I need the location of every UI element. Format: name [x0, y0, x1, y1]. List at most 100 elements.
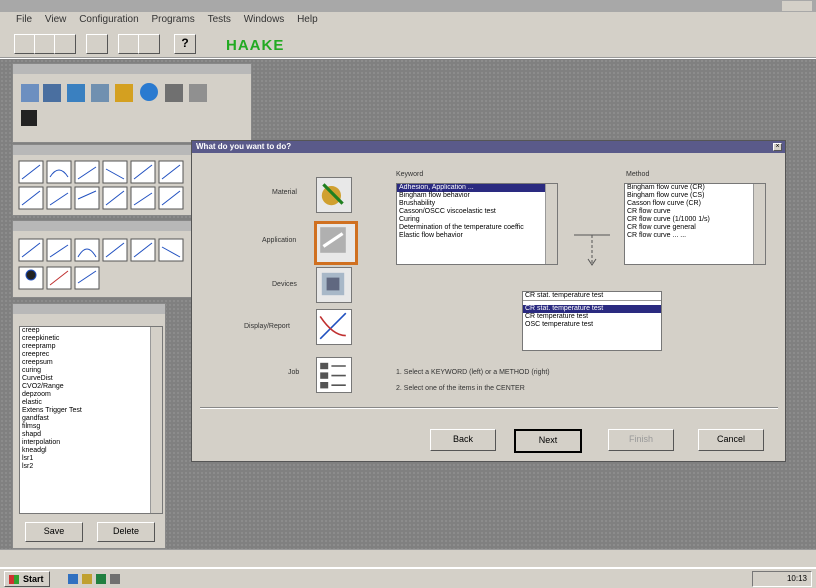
evaluation-icons[interactable] — [17, 235, 193, 295]
list-item[interactable]: elastic — [20, 399, 162, 407]
keyword-item[interactable]: Determination of the temperature coeffic — [397, 224, 557, 232]
display-report-category-button[interactable] — [316, 309, 352, 345]
panel-title — [13, 221, 193, 231]
new-file-button[interactable] — [14, 34, 36, 54]
material-category-button[interactable] — [316, 177, 352, 213]
list-item[interactable]: lsr2 — [20, 463, 162, 471]
method-item[interactable]: CR flow curve ... ... — [625, 232, 765, 240]
chart-button[interactable] — [86, 34, 108, 54]
center-list-item[interactable]: OSC temperature test — [523, 321, 661, 329]
list-item[interactable]: lsr1 — [20, 455, 162, 463]
open-file-button[interactable] — [34, 34, 56, 54]
list-item[interactable]: CVO2/Range — [20, 383, 162, 391]
panel-title — [13, 304, 165, 314]
method-item[interactable]: Casson flow curve (CR) — [625, 200, 765, 208]
method-scrollbar[interactable] — [753, 184, 765, 264]
menu-programs[interactable]: Programs — [151, 14, 194, 25]
table-button[interactable] — [138, 34, 160, 54]
wizard-dialog: What do you want to do? × Material Appli… — [191, 140, 786, 462]
file-list-scrollbar[interactable] — [150, 327, 162, 513]
instruction-step-1: 1. Select a KEYWORD (left) or a METHOD (… — [396, 369, 550, 376]
help-button[interactable]: ? — [174, 34, 196, 54]
finish-button[interactable]: Finish — [608, 429, 674, 451]
keyword-list[interactable]: Adhesion, Application ... Bingham flow b… — [396, 183, 558, 265]
checklist-icon — [320, 362, 346, 389]
open-folder-button[interactable] — [54, 34, 76, 54]
menu-view[interactable]: View — [45, 14, 67, 25]
devices-category-button[interactable] — [316, 267, 352, 303]
dialog-close-button[interactable]: × — [773, 143, 782, 151]
center-result-list[interactable]: CR stat. temperature test CR stat. tempe… — [522, 291, 662, 351]
list-button[interactable] — [118, 34, 140, 54]
list-item[interactable]: curing — [20, 367, 162, 375]
panel-title — [13, 64, 251, 74]
list-item[interactable]: creep — [20, 327, 162, 335]
list-item[interactable]: shapd — [20, 431, 162, 439]
method-item[interactable]: Bingham flow curve (CS) — [625, 192, 765, 200]
dialog-title-bar: What do you want to do? — [192, 141, 785, 153]
tool-icons[interactable] — [19, 78, 249, 138]
window-controls[interactable] — [782, 1, 812, 11]
list-item[interactable]: creeprec — [20, 351, 162, 359]
keyword-item[interactable]: Brushability — [397, 200, 557, 208]
list-item[interactable]: creepkinetic — [20, 335, 162, 343]
start-button[interactable]: Start — [4, 571, 50, 587]
save-button[interactable]: Save — [25, 522, 83, 542]
list-item[interactable]: creepramp — [20, 343, 162, 351]
delete-button[interactable]: Delete — [97, 522, 155, 542]
test-icons[interactable] — [17, 159, 193, 215]
next-button[interactable]: Next — [514, 429, 582, 453]
panel-title — [13, 145, 193, 155]
back-button[interactable]: Back — [430, 429, 496, 451]
chart-icon — [319, 312, 347, 340]
keyword-item[interactable]: Curing — [397, 216, 557, 224]
method-item[interactable]: CR flow curve (1/1000 1/s) — [625, 216, 765, 224]
cancel-button[interactable]: Cancel — [698, 429, 764, 451]
application-icon — [320, 227, 346, 253]
menu-windows[interactable]: Windows — [244, 14, 285, 25]
menu-help[interactable]: Help — [297, 14, 318, 25]
keyword-item[interactable]: Elastic flow behavior — [397, 232, 557, 240]
list-item[interactable]: kneadgl — [20, 447, 162, 455]
keyword-item[interactable]: Adhesion, Application ... — [397, 184, 557, 192]
center-list-item[interactable]: CR temperature test — [523, 313, 661, 321]
list-item[interactable]: interpolation — [20, 439, 162, 447]
keyword-method-connector — [574, 234, 610, 266]
list-item[interactable]: filmsg — [20, 423, 162, 431]
list-item[interactable]: CurveDist — [20, 375, 162, 383]
status-bar — [0, 549, 816, 567]
application-category-button[interactable] — [314, 221, 358, 265]
windows-logo-icon — [9, 575, 19, 584]
start-label: Start — [23, 574, 44, 584]
method-item[interactable]: Bingham flow curve (CR) — [625, 184, 765, 192]
method-item[interactable]: CR flow curve general — [625, 224, 765, 232]
center-list-item[interactable]: CR stat. temperature test — [523, 305, 661, 313]
list-item[interactable]: Extens Trigger Test — [20, 407, 162, 415]
method-item[interactable]: CR flow curve — [625, 208, 765, 216]
list-item[interactable]: gandfast — [20, 415, 162, 423]
keyword-item[interactable]: Casson/OSCC viscoelastic test — [397, 208, 557, 216]
menu-file[interactable]: File — [16, 14, 32, 25]
file-list[interactable]: creep creepkinetic creepramp creeprec cr… — [19, 326, 163, 514]
job-category-button[interactable] — [316, 357, 352, 393]
main-title-bar — [0, 0, 816, 12]
tool-panel-evaluation — [12, 220, 194, 298]
category-label-devices: Devices — [272, 281, 297, 288]
instruction-step-2: 2. Select one of the items in the CENTER — [396, 385, 525, 392]
list-item[interactable]: depzoom — [20, 391, 162, 399]
dialog-divider — [200, 407, 778, 409]
category-label-job: Job — [288, 369, 300, 376]
method-heading: Method — [626, 171, 650, 178]
quick-launch-icons[interactable] — [68, 573, 138, 585]
keyword-item[interactable]: Bingham flow behavior — [397, 192, 557, 200]
dialog-title: What do you want to do? — [196, 142, 292, 151]
haake-logo: HAAKE — [226, 37, 285, 54]
taskbar: Start 10:13 — [0, 568, 816, 588]
method-list[interactable]: Bingham flow curve (CR) Bingham flow cur… — [624, 183, 766, 265]
list-item[interactable]: creepsum — [20, 359, 162, 367]
menu-tests[interactable]: Tests — [208, 14, 231, 25]
category-label-display-report: Display/Report — [244, 323, 290, 330]
menu-configuration[interactable]: Configuration — [79, 14, 138, 25]
center-list-header: CR stat. temperature test — [523, 292, 661, 301]
keyword-scrollbar[interactable] — [545, 184, 557, 264]
